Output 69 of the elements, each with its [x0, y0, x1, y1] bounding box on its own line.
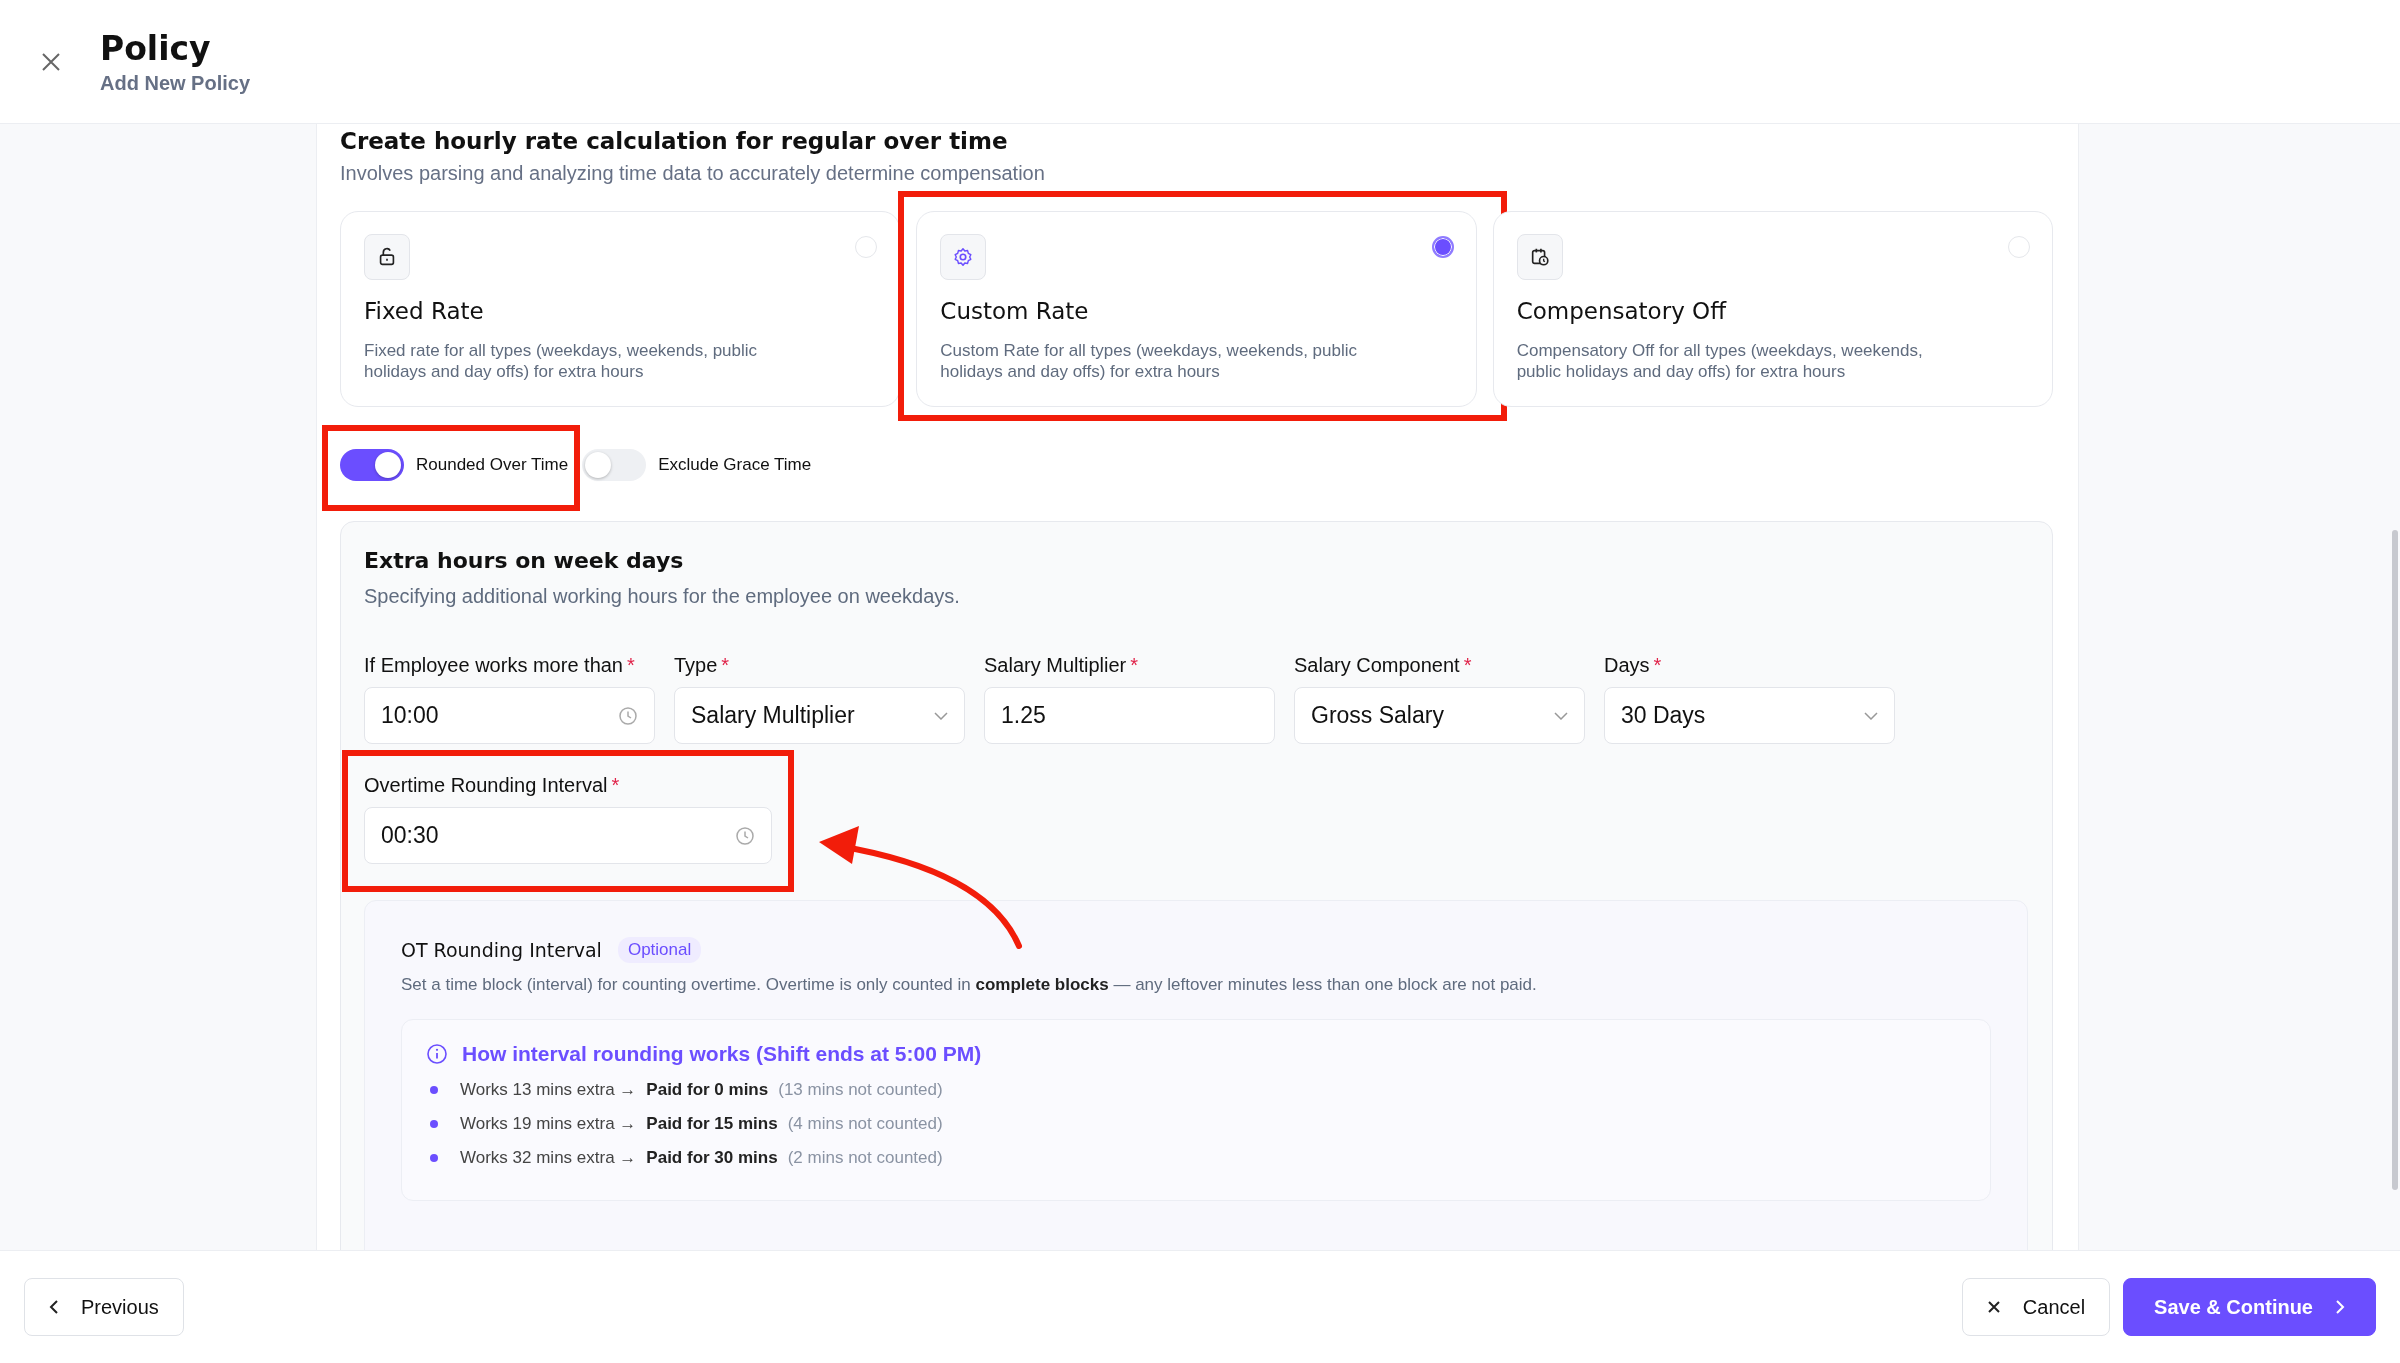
example-text: Works 19 mins extra →: [460, 1114, 637, 1134]
chevron-right-icon: [2335, 1299, 2345, 1315]
example-paid: Paid for 15 mins: [646, 1114, 778, 1134]
save-continue-button[interactable]: Save & Continue: [2123, 1278, 2376, 1336]
field-label: Type: [674, 654, 718, 677]
clock-icon: [735, 825, 755, 846]
info-title: OT Rounding Interval: [401, 939, 602, 961]
card-description: Custom Rate for all types (weekdays, weekends, public holidays and day offs) for extra hours: [940, 340, 1359, 382]
card-title: Fixed Rate: [364, 298, 485, 324]
info-description: Set a time block (interval) for counting overtime. Overtime is only counted in complete blocks — any leftover minutes less than one block are not paid.: [401, 975, 1538, 995]
info-icon: [426, 1043, 448, 1065]
example-paid: Paid for 0 mins: [646, 1080, 769, 1100]
bullet-icon: [430, 1120, 438, 1128]
required-mark: *: [1130, 654, 1139, 677]
chevron-down-icon: [934, 711, 948, 720]
toggle-label: Rounded Over Time: [416, 455, 569, 475]
toggle-label: Exclude Grace Time: [658, 455, 812, 475]
page-title: Policy: [100, 28, 212, 68]
page-subtitle: Add New Policy: [100, 71, 251, 95]
chevron-left-icon: [49, 1299, 59, 1315]
card-title: Compensatory Off: [1516, 298, 1728, 324]
input-field[interactable]: 1.25: [984, 687, 1275, 744]
required-mark: *: [721, 654, 730, 677]
example-paid: Paid for 30 mins: [646, 1148, 778, 1168]
panel-description: Specifying additional working hours for the employee on weekdays.: [364, 585, 961, 608]
toggle-switch[interactable]: [582, 449, 647, 481]
field-label: Overtime Rounding Interval: [364, 774, 608, 797]
option-card[interactable]: Fixed Rate Fixed rate for all types (weekdays, weekends, public holidays and day offs) for extra hours: [340, 211, 901, 407]
example-note: (4 mins not counted): [787, 1114, 943, 1134]
section-description: Involves parsing and analyzing time data to accurately determine compensation: [340, 162, 1046, 185]
option-card[interactable]: Compensatory Off Compensatory Off for all types (weekdays, weekends, public holidays and day offs) for extra hours: [1492, 211, 2053, 407]
close-icon: [1986, 1300, 2001, 1314]
field-label: Days: [1604, 654, 1650, 677]
card-description: Fixed rate for all types (weekdays, weekends, public holidays and day offs) for extra hours: [364, 340, 759, 382]
toggle-switch[interactable]: [340, 449, 404, 481]
cancel-button[interactable]: Cancel: [1961, 1278, 2111, 1336]
bullet-icon: [430, 1154, 438, 1162]
chevron-down-icon: [1554, 711, 1568, 720]
dropdown[interactable]: Salary Multiplier: [674, 687, 965, 744]
chevron-down-icon: [1864, 711, 1878, 720]
section-title: Create hourly rate calculation for regular over time: [340, 128, 1009, 154]
example-text: Works 13 mins extra →: [460, 1080, 637, 1100]
required-mark: *: [1463, 654, 1472, 677]
example-title: How interval rounding works (Shift ends at 5:00 PM): [462, 1042, 982, 1066]
option-card[interactable]: Custom Rate Custom Rate for all types (weekdays, weekends, public holidays and day offs) for extra hours: [916, 211, 1477, 407]
field-label: Salary Multiplier: [984, 654, 1127, 677]
dropdown[interactable]: Gross Salary: [1294, 687, 1585, 744]
example-note: (13 mins not counted): [778, 1080, 943, 1100]
input-field[interactable]: 00:30: [364, 807, 772, 864]
clock-icon: [618, 705, 638, 726]
required-mark: *: [611, 774, 620, 797]
bullet-icon: [430, 1086, 438, 1094]
example-text: Works 32 mins extra →: [460, 1148, 637, 1168]
required-mark: *: [627, 654, 635, 677]
scrollbar-thumb[interactable]: [2392, 530, 2398, 1190]
dropdown[interactable]: 30 Days: [1604, 687, 1895, 744]
input-field[interactable]: 10:00: [364, 687, 655, 744]
previous-button[interactable]: Previous: [24, 1278, 184, 1336]
close-button[interactable]: [40, 50, 62, 73]
field-label: Salary Component: [1294, 654, 1460, 677]
optional-badge: Optional: [617, 937, 702, 963]
radio-button[interactable]: [1431, 236, 1454, 258]
card-title: Custom Rate: [940, 298, 1090, 324]
required-mark: *: [1653, 654, 1662, 677]
example-note: (2 mins not counted): [787, 1148, 943, 1168]
close-icon: [40, 50, 62, 73]
card-description: Compensatory Off for all types (weekdays, weekends, public holidays and day offs) for extra hours: [1516, 340, 1924, 382]
panel-title: Extra hours on week days: [364, 548, 685, 573]
field-label: If Employee works more than: [364, 654, 623, 677]
